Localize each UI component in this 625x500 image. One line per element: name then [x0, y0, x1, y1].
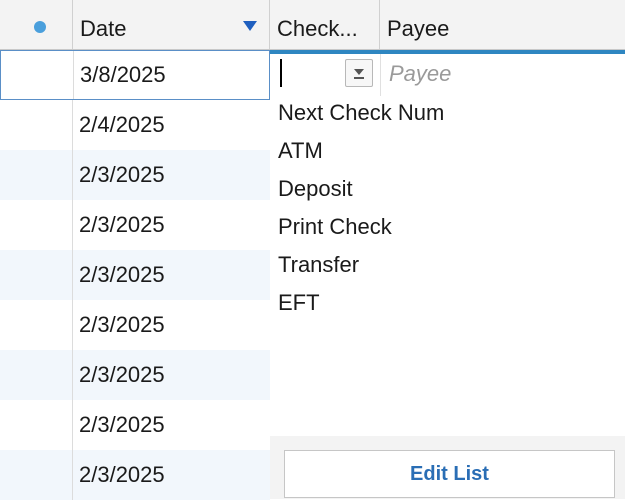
row-status-cell[interactable]: [1, 51, 74, 99]
table-row[interactable]: 2/3/2025: [0, 400, 270, 450]
column-header-date[interactable]: Date: [73, 0, 270, 49]
row-date-cell[interactable]: 2/3/2025: [73, 300, 270, 350]
table-row[interactable]: 2/3/2025: [0, 200, 270, 250]
table-row[interactable]: 3/8/2025: [0, 50, 270, 100]
dropdown-option[interactable]: Print Check: [278, 210, 392, 248]
check-number-field[interactable]: [270, 54, 380, 96]
table-row[interactable]: 2/3/2025: [0, 150, 270, 200]
row-date-cell[interactable]: 3/8/2025: [74, 50, 271, 100]
sort-descending-icon: [243, 21, 257, 31]
register-header: Date Check... Payee: [0, 0, 625, 50]
column-header-payee-label: Payee: [387, 16, 450, 41]
row-status-cell[interactable]: [0, 150, 73, 200]
table-row[interactable]: 2/3/2025: [0, 250, 270, 300]
dropdown-option[interactable]: EFT: [278, 286, 320, 324]
dropdown-option[interactable]: Transfer: [278, 248, 359, 286]
dropdown-arrow-icon: [354, 69, 364, 79]
check-dropdown-button[interactable]: [345, 59, 373, 87]
edit-list-button[interactable]: Edit List: [284, 450, 615, 498]
row-date-cell[interactable]: 2/3/2025: [73, 250, 270, 300]
row-status-cell[interactable]: [0, 100, 73, 150]
row-date-cell[interactable]: 2/3/2025: [73, 400, 270, 450]
table-row[interactable]: 2/3/2025: [0, 350, 270, 400]
row-status-cell[interactable]: [0, 350, 73, 400]
row-date-cell[interactable]: 2/3/2025: [73, 450, 270, 500]
table-row[interactable]: 2/3/2025: [0, 450, 270, 500]
row-status-cell[interactable]: [0, 200, 73, 250]
payee-input[interactable]: [389, 58, 619, 90]
payee-field[interactable]: [380, 54, 625, 96]
table-row[interactable]: 2/4/2025: [0, 100, 270, 150]
row-date-cell[interactable]: 2/3/2025: [73, 350, 270, 400]
dropdown-option[interactable]: ATM: [278, 134, 323, 172]
row-date-cell[interactable]: 2/3/2025: [73, 200, 270, 250]
check-type-dropdown: Next Check Num ATM Deposit Print Check Trans…: [270, 96, 625, 499]
text-caret: [280, 59, 282, 87]
dropdown-option[interactable]: Deposit: [278, 172, 353, 210]
row-date-cell[interactable]: 2/3/2025: [73, 150, 270, 200]
column-header-status[interactable]: [0, 0, 73, 49]
table-row[interactable]: 2/3/2025: [0, 300, 270, 350]
row-date-cell[interactable]: 2/4/2025: [73, 100, 270, 150]
status-dot-icon: [34, 21, 46, 33]
column-header-date-label: Date: [80, 16, 127, 41]
column-header-payee[interactable]: Payee: [380, 0, 625, 49]
row-status-cell[interactable]: [0, 450, 73, 500]
column-header-check-label: Check...: [277, 16, 358, 41]
dropdown-footer: Edit List: [270, 436, 625, 499]
dropdown-option[interactable]: Next Check Num: [278, 96, 444, 134]
row-status-cell[interactable]: [0, 400, 73, 450]
column-header-check[interactable]: Check...: [270, 0, 380, 49]
row-status-cell[interactable]: [0, 250, 73, 300]
row-status-cell[interactable]: [0, 300, 73, 350]
